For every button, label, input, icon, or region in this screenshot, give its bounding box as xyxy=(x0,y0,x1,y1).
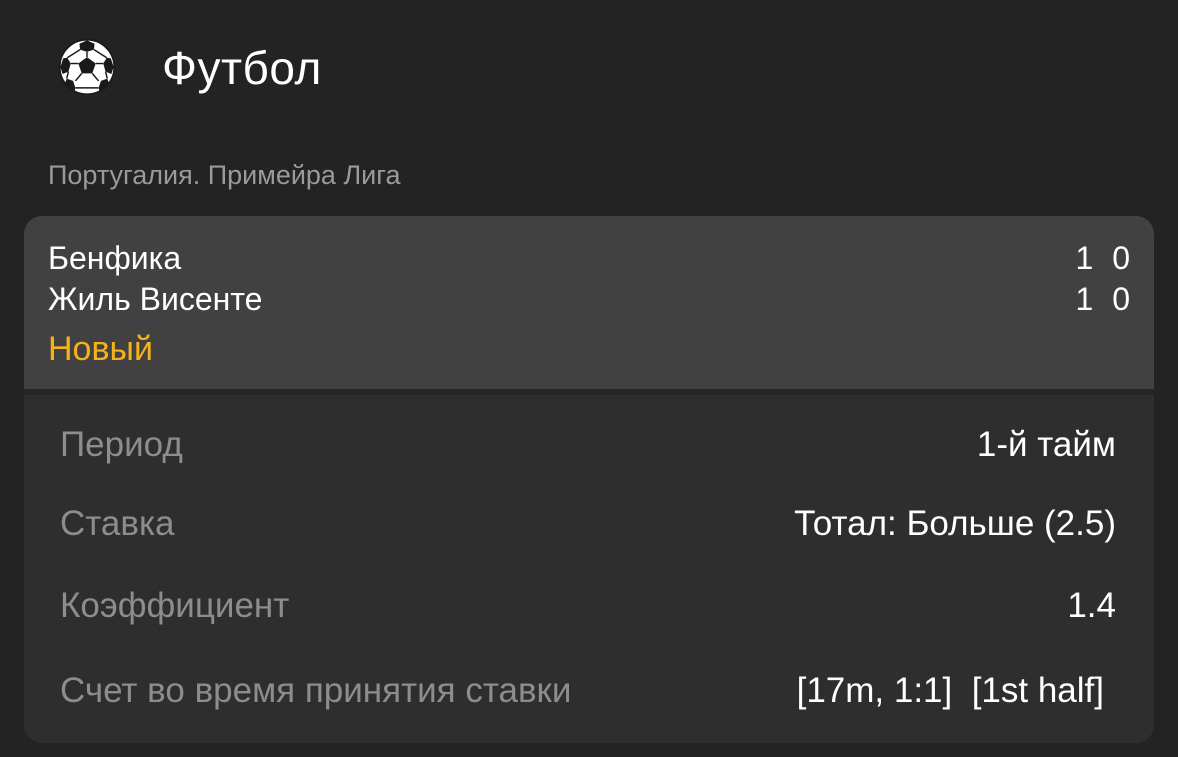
detail-label: Ставка xyxy=(60,504,175,543)
bet-details-screen: Футбол Португалия. Примейра Лига Бенфика… xyxy=(0,0,1178,757)
detail-value: Тотал: Больше (2.5) xyxy=(794,504,1116,543)
team-name: Жиль Висенте xyxy=(48,281,263,317)
team-score: 1 0 xyxy=(1075,281,1130,317)
team-name: Бенфика xyxy=(48,240,182,276)
bet-status: Новый xyxy=(48,330,153,368)
detail-label: Коэффициент xyxy=(60,586,290,625)
bet-card: Бенфика 1 0 Жиль Висенте 1 0 Новый Перио… xyxy=(24,216,1154,743)
detail-value: 1.4 xyxy=(1067,586,1116,625)
sport-header: Футбол xyxy=(0,0,1178,136)
detail-value: [17m, 1:1] [1st half] xyxy=(796,671,1104,710)
league-name: Португалия. Примейра Лига xyxy=(48,160,401,190)
detail-row-score-at-bet: Счет во время принятия ставки [17m, 1:1]… xyxy=(60,668,1116,714)
match-block[interactable]: Бенфика 1 0 Жиль Висенте 1 0 Новый xyxy=(24,216,1154,389)
team-score: 1 0 xyxy=(1075,240,1130,276)
team-row-home: Бенфика 1 0 xyxy=(48,238,1130,278)
team-row-away: Жиль Висенте 1 0 xyxy=(48,279,1130,319)
detail-row-odds: Коэффициент 1.4 xyxy=(60,583,1116,629)
detail-row-bet: Ставка Тотал: Больше (2.5) xyxy=(60,501,1116,547)
divider xyxy=(24,389,1154,395)
detail-label: Счет во время принятия ставки xyxy=(60,671,572,710)
detail-label: Период xyxy=(60,425,183,464)
detail-value: 1-й тайм xyxy=(976,425,1116,464)
sport-title: Футбол xyxy=(162,42,322,94)
detail-row-period: Период 1-й тайм xyxy=(60,422,1116,468)
soccer-ball-icon xyxy=(58,38,116,96)
